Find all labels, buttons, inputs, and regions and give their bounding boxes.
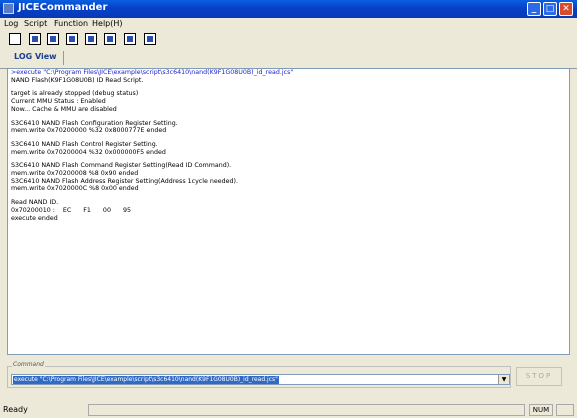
menu-script[interactable]: Script <box>24 19 47 28</box>
log-line: S3C6410 NAND Flash Command Register Sett… <box>11 162 232 170</box>
command-label: Command <box>12 361 45 368</box>
status-text: Ready <box>3 405 28 414</box>
num-lock-indicator: NUM <box>529 404 553 416</box>
save-icon[interactable] <box>29 33 41 45</box>
status-bar: Ready NUM <box>0 403 577 418</box>
minimize-button[interactable]: _ <box>527 2 541 16</box>
stop-button[interactable]: STOP <box>516 367 562 386</box>
log-line: mem.write 0x7020000C %8 0x00 ended <box>11 185 139 193</box>
log-line: S3C6410 NAND Flash Configuration Registe… <box>11 119 178 127</box>
log-line: mem.write 0x70200000 %32 0x8000777E ende… <box>11 127 167 135</box>
log-line: execute ended <box>11 214 58 222</box>
app-icon <box>3 3 14 14</box>
status-pane <box>88 404 525 416</box>
window-icon[interactable] <box>144 33 156 45</box>
menu-log[interactable]: Log <box>4 19 18 28</box>
tab-strip: LOG View <box>0 48 577 69</box>
tab-log-view[interactable]: LOG View <box>8 51 64 65</box>
log-line: mem.write 0x70200008 %8 0x90 ended <box>11 170 139 178</box>
log-line: target is already stopped (debug status) <box>11 90 139 98</box>
maximize-button[interactable]: □ <box>543 2 557 16</box>
function-icon[interactable] <box>66 33 78 45</box>
config-icon[interactable] <box>124 33 136 45</box>
menu-function[interactable]: Function <box>54 19 88 28</box>
log-line: NAND Flash(K9F1G08U0B) ID Read Script. <box>11 76 144 84</box>
log-line: Now... Cache & MMU are disabled <box>11 105 117 113</box>
close-button[interactable]: ✕ <box>559 2 573 16</box>
log-line: mem.write 0x70200004 %32 0x000000F5 ende… <box>11 148 166 156</box>
log-view-panel[interactable]: >execute "C:\Program Files\JICE\example\… <box>7 68 570 355</box>
toolbar <box>0 31 577 48</box>
command-input[interactable]: execute "C:\Program Files\JICE\example\s… <box>11 374 510 385</box>
log-line: S3C6410 NAND Flash Control Register Sett… <box>11 140 158 148</box>
disk-icon[interactable] <box>85 33 97 45</box>
menu-bar: Log Script Function Help(H) <box>0 18 577 31</box>
window-title: JICECommander <box>18 2 108 13</box>
chevron-down-icon[interactable]: ▼ <box>498 375 509 384</box>
menu-help[interactable]: Help(H) <box>92 19 123 28</box>
log-line: Current MMU Status : Enabled <box>11 98 106 106</box>
new-icon[interactable] <box>9 33 21 45</box>
log-line: Read NAND ID. <box>11 199 59 207</box>
register-icon[interactable] <box>104 33 116 45</box>
title-bar: JICECommander _ □ ✕ <box>0 0 577 18</box>
status-pane-end <box>556 404 574 416</box>
log-line: 0x70200010 : EC F1 00 95 <box>11 206 131 214</box>
command-value: execute "C:\Program Files\JICE\example\s… <box>13 376 279 384</box>
script-icon[interactable] <box>47 33 59 45</box>
log-line: >execute "C:\Program Files\JICE\example\… <box>11 69 294 76</box>
log-line: S3C6410 NAND Flash Address Register Sett… <box>11 177 238 185</box>
